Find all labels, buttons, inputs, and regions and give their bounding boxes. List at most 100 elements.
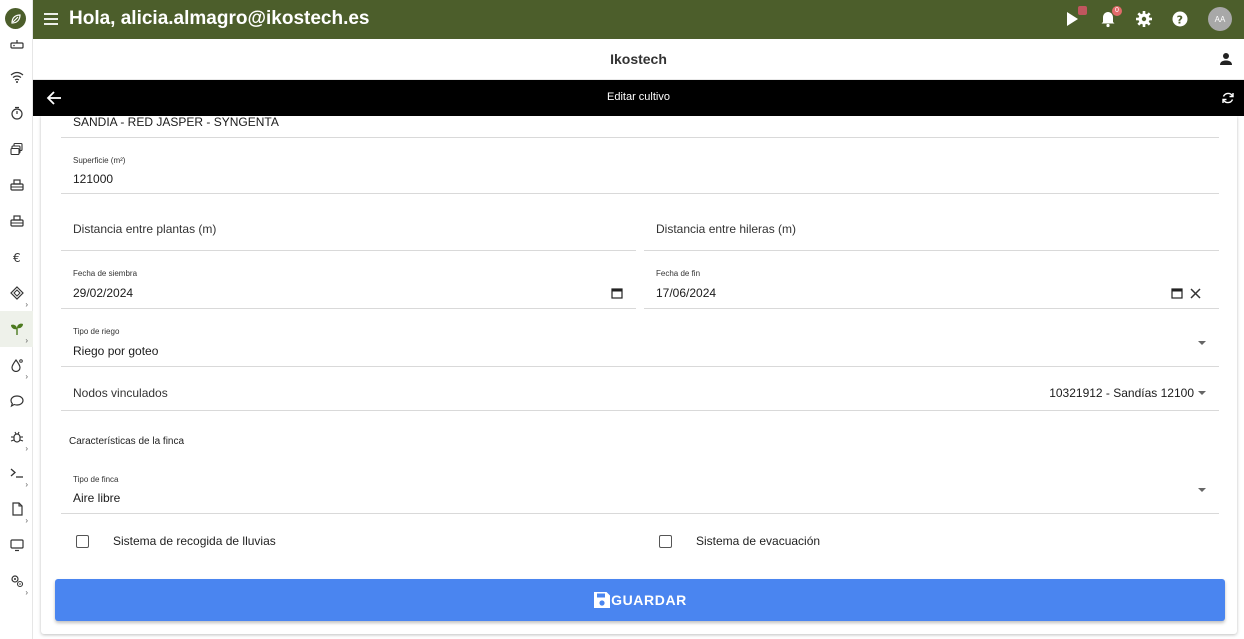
close-icon[interactable] [1190,288,1201,299]
farm-type-label: Tipo de finca [73,475,119,484]
sidebar-item-router[interactable] [0,26,33,62]
chevron-right-icon: › [25,444,28,453]
top-app-bar: Hola, alicia.almagro@ikostech.es 0 ? AA [33,0,1244,39]
surface-field[interactable]: Superficie (m²) 121000 [61,138,1219,194]
farm-section-title: Características de la finca [69,436,185,447]
crop-field[interactable]: SANDIA - RED JASPER - SYNGENTA [61,116,1219,138]
row-distance-field[interactable]: Distancia entre hileras (m) [644,194,1219,251]
plant-distance-placeholder: Distancia entre plantas (m) [73,222,217,236]
company-name: Ikostech [610,51,667,67]
calendar-icon[interactable] [611,287,623,299]
irrigation-value: Riego por goteo [73,344,159,358]
sidebar-item-irrigation[interactable]: › [0,347,33,383]
timer-icon [10,106,23,120]
chevron-right-icon: › [25,480,28,489]
chevron-right-icon: › [25,588,28,597]
company-bar: Ikostech [33,39,1244,80]
router-icon [9,40,24,49]
chevron-right-icon: › [25,516,28,525]
sprout-icon [10,323,23,335]
wifi-icon [10,71,23,83]
rain-collection-option: Sistema de recogida de lluvias [76,534,276,548]
evacuation-label: Sistema de evacuación [696,534,821,548]
connect-icon [9,286,24,300]
notification-badge: 0 [1112,6,1122,16]
calendar-icon[interactable] [1171,287,1183,299]
chevron-right-icon: › [25,336,28,345]
play-button[interactable] [1062,6,1087,29]
rain-collection-checkbox[interactable] [76,534,89,548]
notifications-button[interactable]: 0 [1098,6,1122,29]
user-icon[interactable] [1218,51,1234,67]
sowing-date-label: Fecha de siembra [73,269,138,278]
end-date-field[interactable]: Fecha de fin 17/06/2024 [644,251,1219,309]
terminal-icon [10,468,23,478]
end-date-value: 17/06/2024 [656,286,717,300]
euro-icon: € [13,251,21,264]
crop-value: SANDIA - RED JASPER - SYNGENTA [73,116,279,129]
linked-nodes-select[interactable]: Nodos vinculados 10321912 - Sandías 1210… [61,367,1219,411]
gear-icon [1136,11,1152,27]
nodes-label: Nodos vinculados [73,386,168,400]
end-date-label: Fecha de fin [656,269,701,278]
save-button-label: GUARDAR [611,592,687,608]
help-button[interactable]: ? [1170,9,1190,29]
surface-value: 121000 [73,172,114,186]
caret-down-icon [1198,341,1206,345]
refresh-icon[interactable] [1221,91,1235,105]
document-icon [11,502,23,516]
sidebar-item-layers[interactable] [0,131,33,167]
farm-type-value: Aire libre [73,491,121,505]
monitor-icon [9,539,24,552]
device-icon [9,215,24,227]
plant-distance-field[interactable]: Distancia entre plantas (m) [61,194,636,251]
sidebar-item-device-1[interactable] [0,167,33,203]
sidebar-item-euro[interactable]: € [0,239,33,275]
irrigation-label: Tipo de riego [73,327,120,336]
surface-label: Superficie (m²) [73,156,126,165]
save-button[interactable]: GUARDAR [55,579,1225,621]
sidebar-item-documents[interactable]: › [0,491,33,527]
sidebar-item-pests[interactable]: › [0,419,33,455]
help-icon: ? [1172,11,1188,27]
chat-icon [9,395,24,408]
rain-collection-label: Sistema de recogida de lluvias [113,534,276,548]
settings-button[interactable] [1134,9,1154,29]
farm-type-select[interactable]: Tipo de finca Aire libre [61,456,1219,514]
evacuation-checkbox[interactable] [659,534,672,548]
sidebar-item-device-2[interactable] [0,203,33,239]
status-indicator [1078,6,1087,15]
sidebar-item-settings[interactable]: › [0,563,33,599]
sidebar: € › › › › › › › [0,0,33,639]
sowing-date-field[interactable]: Fecha de siembra 29/02/2024 [61,251,636,309]
svg-text:?: ? [1177,13,1183,26]
sidebar-item-monitor[interactable] [0,527,33,563]
chevron-right-icon: › [25,372,28,381]
settings-icon [10,575,23,588]
layers-icon [9,142,23,156]
evacuation-option: Sistema de evacuación [659,534,820,548]
sidebar-item-wifi[interactable] [0,59,33,95]
irrigation-type-select[interactable]: Tipo de riego Riego por goteo [61,309,1219,367]
caret-down-icon [1198,391,1206,395]
page-header: Editar cultivo [33,80,1244,116]
nodes-value: 10321912 - Sandías 12100 [1049,386,1194,400]
sowing-date-value: 29/02/2024 [73,286,134,300]
svg-text:€: € [13,251,21,264]
bug-icon [10,431,23,443]
page-title: Editar cultivo [607,91,670,103]
device-icon [9,179,24,191]
row-distance-placeholder: Distancia entre hileras (m) [656,222,797,236]
drop-icon [10,358,23,372]
menu-icon[interactable] [43,10,59,28]
leaf-icon [10,13,21,24]
sidebar-item-timer[interactable] [0,95,33,131]
floppy-disk-icon [594,592,611,608]
sidebar-item-crops[interactable]: › [0,311,33,347]
sidebar-item-chat[interactable] [0,383,33,419]
avatar[interactable]: AA [1208,7,1232,31]
sidebar-item-terminal[interactable]: › [0,455,33,491]
chevron-right-icon: › [25,300,28,309]
crop-form-card: SANDIA - RED JASPER - SYNGENTA Superfici… [41,116,1237,634]
sidebar-item-connect[interactable]: › [0,275,33,311]
